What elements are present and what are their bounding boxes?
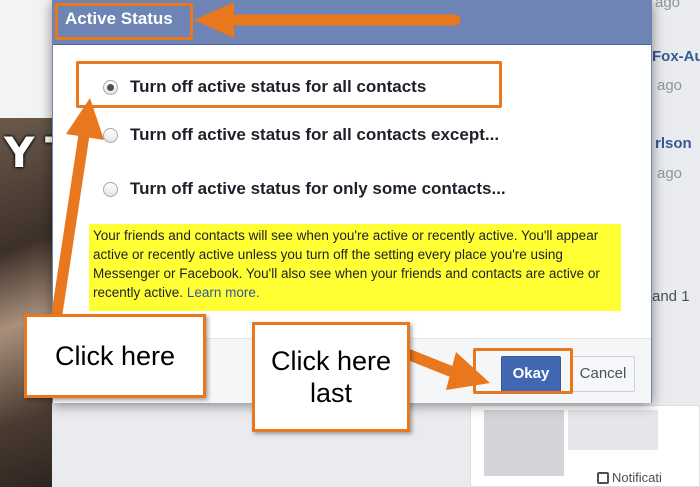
callout-text: Click here (270, 346, 392, 376)
background-count-text: and 1 (652, 288, 690, 305)
okay-highlight-box (473, 348, 573, 394)
radio-button[interactable] (103, 127, 118, 143)
callout-text: last (309, 378, 353, 408)
background-thumbnail (484, 410, 564, 476)
background-time-text: ago (655, 0, 681, 11)
option-highlight-box (76, 61, 502, 108)
background-time-text: ago (657, 77, 683, 94)
callout-text: Click here (54, 341, 176, 371)
option-label: Turn off active status for only some con… (130, 179, 506, 198)
option-label: Turn off active status for all contacts … (130, 125, 500, 144)
background-time-text: ago (657, 165, 683, 182)
callout-click-here-last: Click here last (252, 322, 410, 432)
background-notifications-text: Notificati (612, 470, 662, 485)
learn-more-link[interactable]: Learn more. (187, 285, 260, 300)
background-name-link[interactable]: Fox-Au (652, 48, 700, 65)
active-status-info-text: Your friends and contacts will see when … (89, 224, 621, 311)
info-text: Your friends and contacts will see when … (93, 228, 600, 300)
radio-button[interactable] (103, 181, 118, 197)
title-highlight-box (55, 3, 193, 40)
notification-icon (597, 472, 609, 484)
option-some-contacts[interactable]: Turn off active status for only some con… (103, 179, 506, 199)
background-thumbnail (568, 410, 658, 450)
callout-click-here: Click here (24, 314, 206, 398)
option-all-contacts-except[interactable]: Turn off active status for all contacts … (103, 125, 499, 145)
background-name-link[interactable]: rlson (655, 135, 692, 152)
cancel-button[interactable]: Cancel (571, 356, 635, 392)
